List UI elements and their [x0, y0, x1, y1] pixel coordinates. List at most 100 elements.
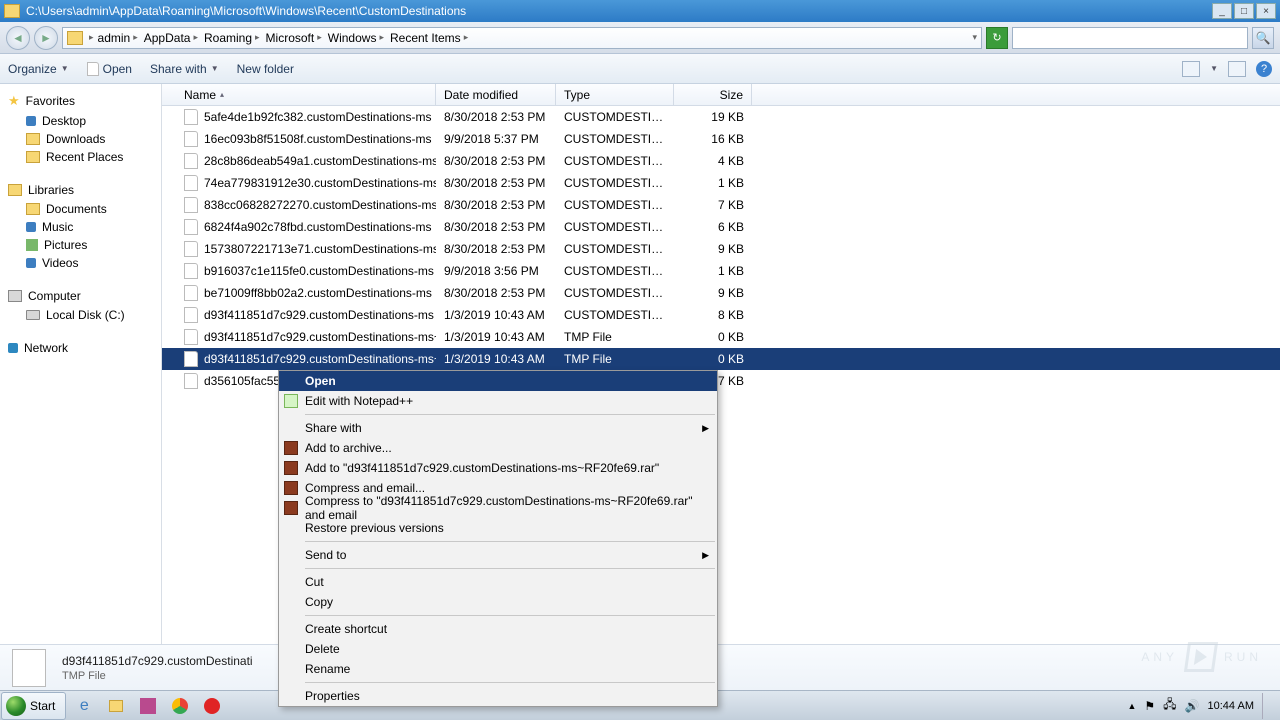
taskbar-explorer[interactable] — [102, 693, 130, 719]
table-row[interactable]: 28c8b86deab549a1.customDestinations-ms8/… — [162, 150, 1280, 172]
context-cut[interactable]: Cut — [279, 572, 717, 592]
sidebar-item-videos[interactable]: Videos — [0, 254, 161, 272]
minimize-button[interactable]: _ — [1212, 3, 1232, 19]
taskbar-opera[interactable] — [198, 693, 226, 719]
file-type: CUSTOMDESTINATI... — [556, 308, 674, 322]
archive-icon — [284, 441, 298, 455]
context-copy[interactable]: Copy — [279, 592, 717, 612]
table-row[interactable]: 5afe4de1b92fc382.customDestinations-ms 8/… — [162, 106, 1280, 128]
refresh-button[interactable]: ↻ — [986, 27, 1008, 49]
tray-network-icon[interactable]: 🖧 — [1163, 695, 1176, 716]
archive-icon — [284, 461, 298, 475]
table-row[interactable]: 6824f4a902c78fbd.customDestinations-ms8/… — [162, 216, 1280, 238]
nav-forward-button[interactable]: ► — [34, 26, 58, 50]
chevron-down-icon[interactable]: ▼ — [1210, 64, 1218, 73]
taskbar-chrome[interactable] — [166, 693, 194, 719]
context-compress-to-email[interactable]: Compress to "d93f411851d7c929.customDest… — [279, 498, 717, 518]
table-row[interactable]: 16ec093b8f51508f.customDestinations-ms9/… — [162, 128, 1280, 150]
context-rename[interactable]: Rename — [279, 659, 717, 679]
file-size: 8 KB — [674, 308, 752, 322]
tray-flag-icon[interactable]: ⚑ — [1144, 699, 1155, 713]
taskbar-ie[interactable]: e — [70, 693, 98, 719]
windows-orb-icon — [6, 696, 26, 716]
tray-chevron-icon[interactable]: ▲ — [1127, 701, 1136, 711]
search-button[interactable]: 🔍 — [1252, 27, 1274, 49]
table-row[interactable]: 74ea779831912e30.customDestinations-ms8/… — [162, 172, 1280, 194]
table-row[interactable]: b916037c1e115fe0.customDestinations-ms9/… — [162, 260, 1280, 282]
sidebar-group-computer[interactable]: Computer — [0, 286, 161, 306]
taskbar-app[interactable] — [134, 693, 162, 719]
context-properties[interactable]: Properties — [279, 686, 717, 706]
search-input[interactable] — [1012, 27, 1248, 49]
context-add-to-rar[interactable]: Add to "d93f411851d7c929.customDestinati… — [279, 458, 717, 478]
context-send-to[interactable]: Send to▶ — [279, 545, 717, 565]
share-with-button[interactable]: Share with▼ — [150, 62, 219, 76]
taskbar-clock[interactable]: 10:44 AM — [1208, 700, 1254, 712]
context-edit-notepad[interactable]: Edit with Notepad++ — [279, 391, 717, 411]
context-restore[interactable]: Restore previous versions — [279, 518, 717, 538]
nav-back-button[interactable]: ◄ — [6, 26, 30, 50]
file-date: 1/3/2019 10:43 AM — [436, 330, 556, 344]
file-name: 6824f4a902c78fbd.customDestinations-ms — [204, 220, 431, 234]
open-button[interactable]: Open — [87, 62, 132, 76]
sidebar-item-music[interactable]: Music — [0, 218, 161, 236]
sidebar-item-documents[interactable]: Documents — [0, 200, 161, 218]
sidebar-item-downloads[interactable]: Downloads — [0, 130, 161, 148]
breadcrumb-item: admin▸ — [96, 31, 140, 45]
table-row[interactable]: d93f411851d7c929.customDestinations-ms1/… — [162, 304, 1280, 326]
file-type: CUSTOMDESTINATI... — [556, 220, 674, 234]
column-date-modified[interactable]: Date modified — [436, 84, 556, 105]
help-button[interactable]: ? — [1256, 61, 1272, 77]
organize-button[interactable]: Organize▼ — [8, 62, 69, 76]
file-name: d93f411851d7c929.customDestinations-ms~.… — [204, 330, 436, 344]
file-icon — [184, 329, 198, 345]
file-type: CUSTOMDESTINATI... — [556, 176, 674, 190]
preview-pane-button[interactable] — [1228, 61, 1246, 77]
column-size[interactable]: Size — [674, 84, 752, 105]
file-name: 5afe4de1b92fc382.customDestinations-ms — [204, 110, 431, 124]
file-icon — [184, 131, 198, 147]
column-name[interactable]: Name▴ — [176, 84, 436, 105]
table-row[interactable]: d93f411851d7c929.customDestinations-ms~1… — [162, 348, 1280, 370]
address-bar: ◄ ► ▸ admin▸ AppData▸ Roaming▸ Microsoft… — [0, 22, 1280, 54]
file-type: CUSTOMDESTINATI... — [556, 198, 674, 212]
column-type[interactable]: Type — [556, 84, 674, 105]
file-type: CUSTOMDESTINATI... — [556, 242, 674, 256]
context-create-shortcut[interactable]: Create shortcut — [279, 619, 717, 639]
context-add-archive[interactable]: Add to archive... — [279, 438, 717, 458]
file-date: 8/30/2018 2:53 PM — [436, 110, 556, 124]
file-date: 8/30/2018 2:53 PM — [436, 198, 556, 212]
sidebar-group-libraries[interactable]: Libraries — [0, 180, 161, 200]
show-desktop-button[interactable] — [1262, 693, 1272, 719]
sidebar-item-pictures[interactable]: Pictures — [0, 236, 161, 254]
table-row[interactable]: 838cc06828272270.customDestinations-ms8/… — [162, 194, 1280, 216]
sidebar-item-local-disk[interactable]: Local Disk (C:) — [0, 306, 161, 324]
file-date: 8/30/2018 2:53 PM — [436, 286, 556, 300]
start-button[interactable]: Start — [1, 692, 66, 720]
file-name: d93f411851d7c929.customDestinations-ms — [204, 308, 434, 322]
file-icon — [184, 219, 198, 235]
view-options-button[interactable] — [1182, 61, 1200, 77]
table-row[interactable]: be71009ff8bb02a2.customDestinations-ms8/… — [162, 282, 1280, 304]
new-folder-button[interactable]: New folder — [237, 62, 294, 76]
folder-icon — [26, 133, 40, 145]
context-delete[interactable]: Delete — [279, 639, 717, 659]
maximize-button[interactable]: □ — [1234, 3, 1254, 19]
breadcrumb[interactable]: ▸ admin▸ AppData▸ Roaming▸ Microsoft▸ Wi… — [62, 27, 982, 49]
close-button[interactable]: × — [1256, 3, 1276, 19]
breadcrumb-item: AppData▸ — [142, 31, 200, 45]
search-icon: 🔍 — [1256, 31, 1271, 45]
file-date: 8/30/2018 2:53 PM — [436, 154, 556, 168]
file-type: CUSTOMDESTINATI... — [556, 264, 674, 278]
chevron-down-icon[interactable]: ▾ — [972, 32, 977, 43]
tray-volume-icon[interactable]: 🔊 — [1185, 699, 1200, 713]
table-row[interactable]: 1573807221713e71.customDestinations-ms8/… — [162, 238, 1280, 260]
table-row[interactable]: d93f411851d7c929.customDestinations-ms~.… — [162, 326, 1280, 348]
sidebar-group-network[interactable]: Network — [0, 338, 161, 358]
sidebar-group-favorites[interactable]: ★Favorites — [0, 90, 161, 112]
sidebar-item-recent-places[interactable]: Recent Places — [0, 148, 161, 166]
context-open[interactable]: Open — [279, 371, 717, 391]
context-share-with[interactable]: Share with▶ — [279, 418, 717, 438]
sidebar-item-desktop[interactable]: Desktop — [0, 112, 161, 130]
file-date: 8/30/2018 2:53 PM — [436, 242, 556, 256]
